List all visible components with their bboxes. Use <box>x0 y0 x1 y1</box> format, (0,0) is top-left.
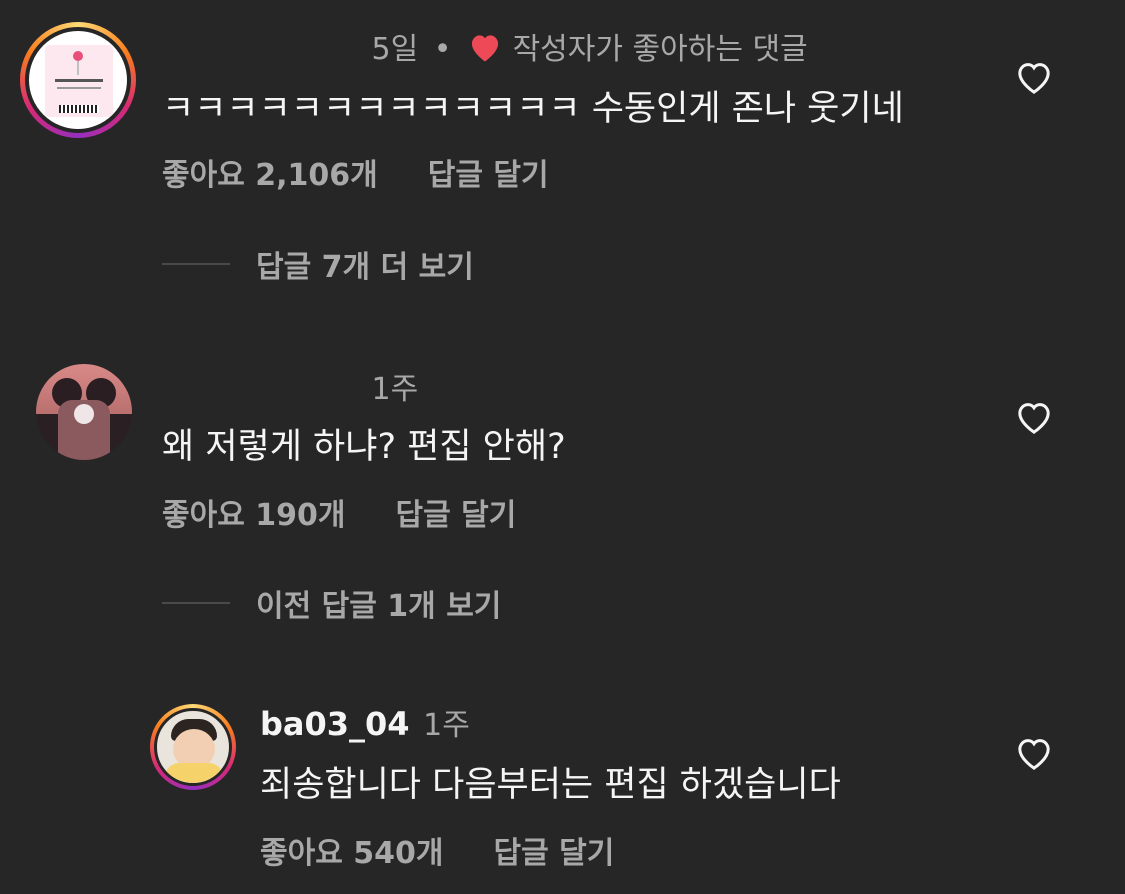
comment-actions: 좋아요 190개 답글 달기 <box>162 490 516 534</box>
replies-divider <box>162 602 230 604</box>
view-previous-replies[interactable]: 이전 답글 1개 보기 <box>256 581 501 625</box>
username-hidden[interactable] <box>162 41 362 61</box>
reply-meta: ba03_04 1주 <box>260 700 470 744</box>
avatar[interactable] <box>150 704 236 790</box>
heart-outline-icon[interactable] <box>1014 734 1054 774</box>
comment-meta: 5일 • 작성자가 좋아하는 댓글 <box>162 24 808 71</box>
username[interactable]: ba03_04 <box>260 705 410 743</box>
comment-time: 1주 <box>371 372 419 407</box>
comment-text: 왜 저렇게 하냐? 편집 안해? <box>162 427 566 467</box>
likes-count[interactable]: 좋아요 190개 <box>162 498 345 533</box>
heart-filled-icon <box>467 31 503 71</box>
replies-divider <box>162 263 230 265</box>
heart-outline-icon[interactable] <box>1014 398 1054 438</box>
likes-count[interactable]: 좋아요 2,106개 <box>162 158 378 193</box>
avatar[interactable] <box>36 364 132 460</box>
heart-outline-icon[interactable] <box>1014 58 1054 98</box>
reply-button[interactable]: 답글 달기 <box>493 836 614 871</box>
view-more-replies[interactable]: 답글 7개 더 보기 <box>256 242 474 286</box>
comment-actions: 좋아요 2,106개 답글 달기 <box>162 150 549 194</box>
likes-count[interactable]: 좋아요 540개 <box>260 836 443 871</box>
comment-time: 5일 <box>371 32 419 67</box>
comment-time: 1주 <box>423 708 470 743</box>
reply-button[interactable]: 답글 달기 <box>395 498 516 533</box>
creator-liked-label: 작성자가 좋아하는 댓글 <box>512 32 808 67</box>
comment-actions: 좋아요 540개 답글 달기 <box>260 828 614 872</box>
separator-dot: • <box>433 32 452 67</box>
comment-text: ㅋㅋㅋㅋㅋㅋㅋㅋㅋㅋㅋㅋㅋ 수동인게 존나 웃기네 <box>162 89 904 129</box>
username-hidden[interactable] <box>162 381 362 401</box>
comment-text: 죄송합니다 다음부터는 편집 하겠습니다 <box>260 765 841 805</box>
reply-button[interactable]: 답글 달기 <box>428 158 549 193</box>
avatar[interactable] <box>20 22 136 138</box>
comment-meta: 1주 <box>162 364 419 408</box>
